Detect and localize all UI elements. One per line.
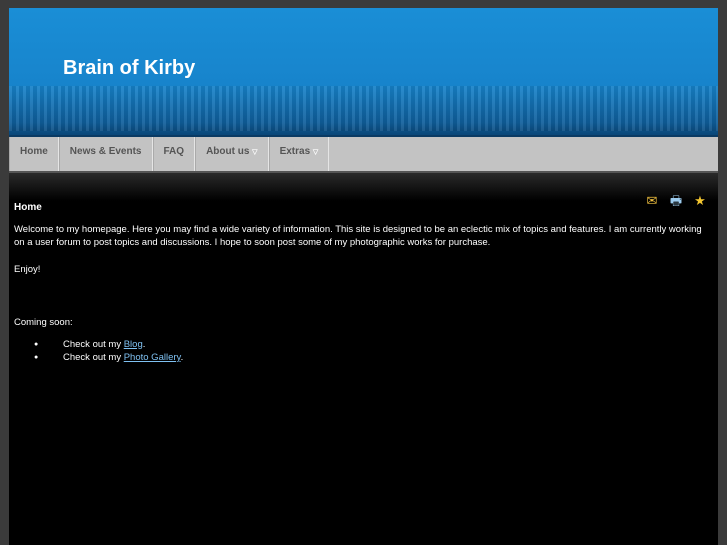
email-icon[interactable]: ✉: [644, 193, 660, 209]
nav-label: About us: [206, 146, 250, 157]
chevron-down-icon: ▽: [312, 149, 319, 156]
nav-news-events[interactable]: News & Events: [58, 137, 153, 171]
photo-gallery-link[interactable]: Photo Gallery: [124, 352, 181, 363]
page: Brain of Kirby Home News & Events FAQ Ab…: [9, 8, 718, 545]
enjoy-text: Enjoy!: [14, 263, 41, 275]
nav-label: FAQ: [163, 146, 185, 157]
item-suffix: .: [142, 338, 146, 350]
list-item: Check out my Blog.: [14, 338, 713, 352]
nav-label: Home: [20, 146, 48, 157]
nav-home[interactable]: Home: [9, 137, 59, 171]
site-title[interactable]: Brain of Kirby: [63, 57, 195, 80]
coming-soon-text: Coming soon:: [14, 317, 73, 328]
header: Brain of Kirby: [9, 8, 718, 137]
nav-bar: Home News & Events FAQ About us ▽ Extras…: [9, 137, 718, 173]
header-texture: [9, 86, 718, 131]
item-text: Check out my: [63, 352, 124, 363]
list-item: Check out my Photo Gallery.: [14, 351, 713, 365]
article-tools: ✉ 🖶 ★: [644, 193, 708, 209]
blog-link[interactable]: Blog: [124, 339, 143, 350]
content-shade: [9, 173, 718, 201]
chevron-down-icon: ▽: [252, 149, 258, 156]
item-text: Check out my: [63, 338, 124, 350]
item-suffix: .: [180, 352, 184, 363]
nav-extras[interactable]: Extras ▽: [268, 137, 330, 171]
intro-text: Welcome to my homepage. Here you may fin…: [14, 223, 702, 249]
nav-label: Extras: [279, 146, 311, 157]
coming-soon-list: Check out my Blog. Check out my Photo Ga…: [14, 338, 713, 365]
nav-about-us[interactable]: About us ▽: [195, 137, 269, 171]
print-icon[interactable]: 🖶: [668, 193, 684, 209]
favorites-icon[interactable]: ★: [692, 193, 708, 209]
nav-label: News & Events: [69, 146, 142, 157]
nav-faq[interactable]: FAQ: [152, 137, 196, 171]
page-title: Home: [14, 202, 42, 213]
content: ✉ 🖶 ★ Home Welcome to my homepage. Here …: [9, 193, 718, 365]
